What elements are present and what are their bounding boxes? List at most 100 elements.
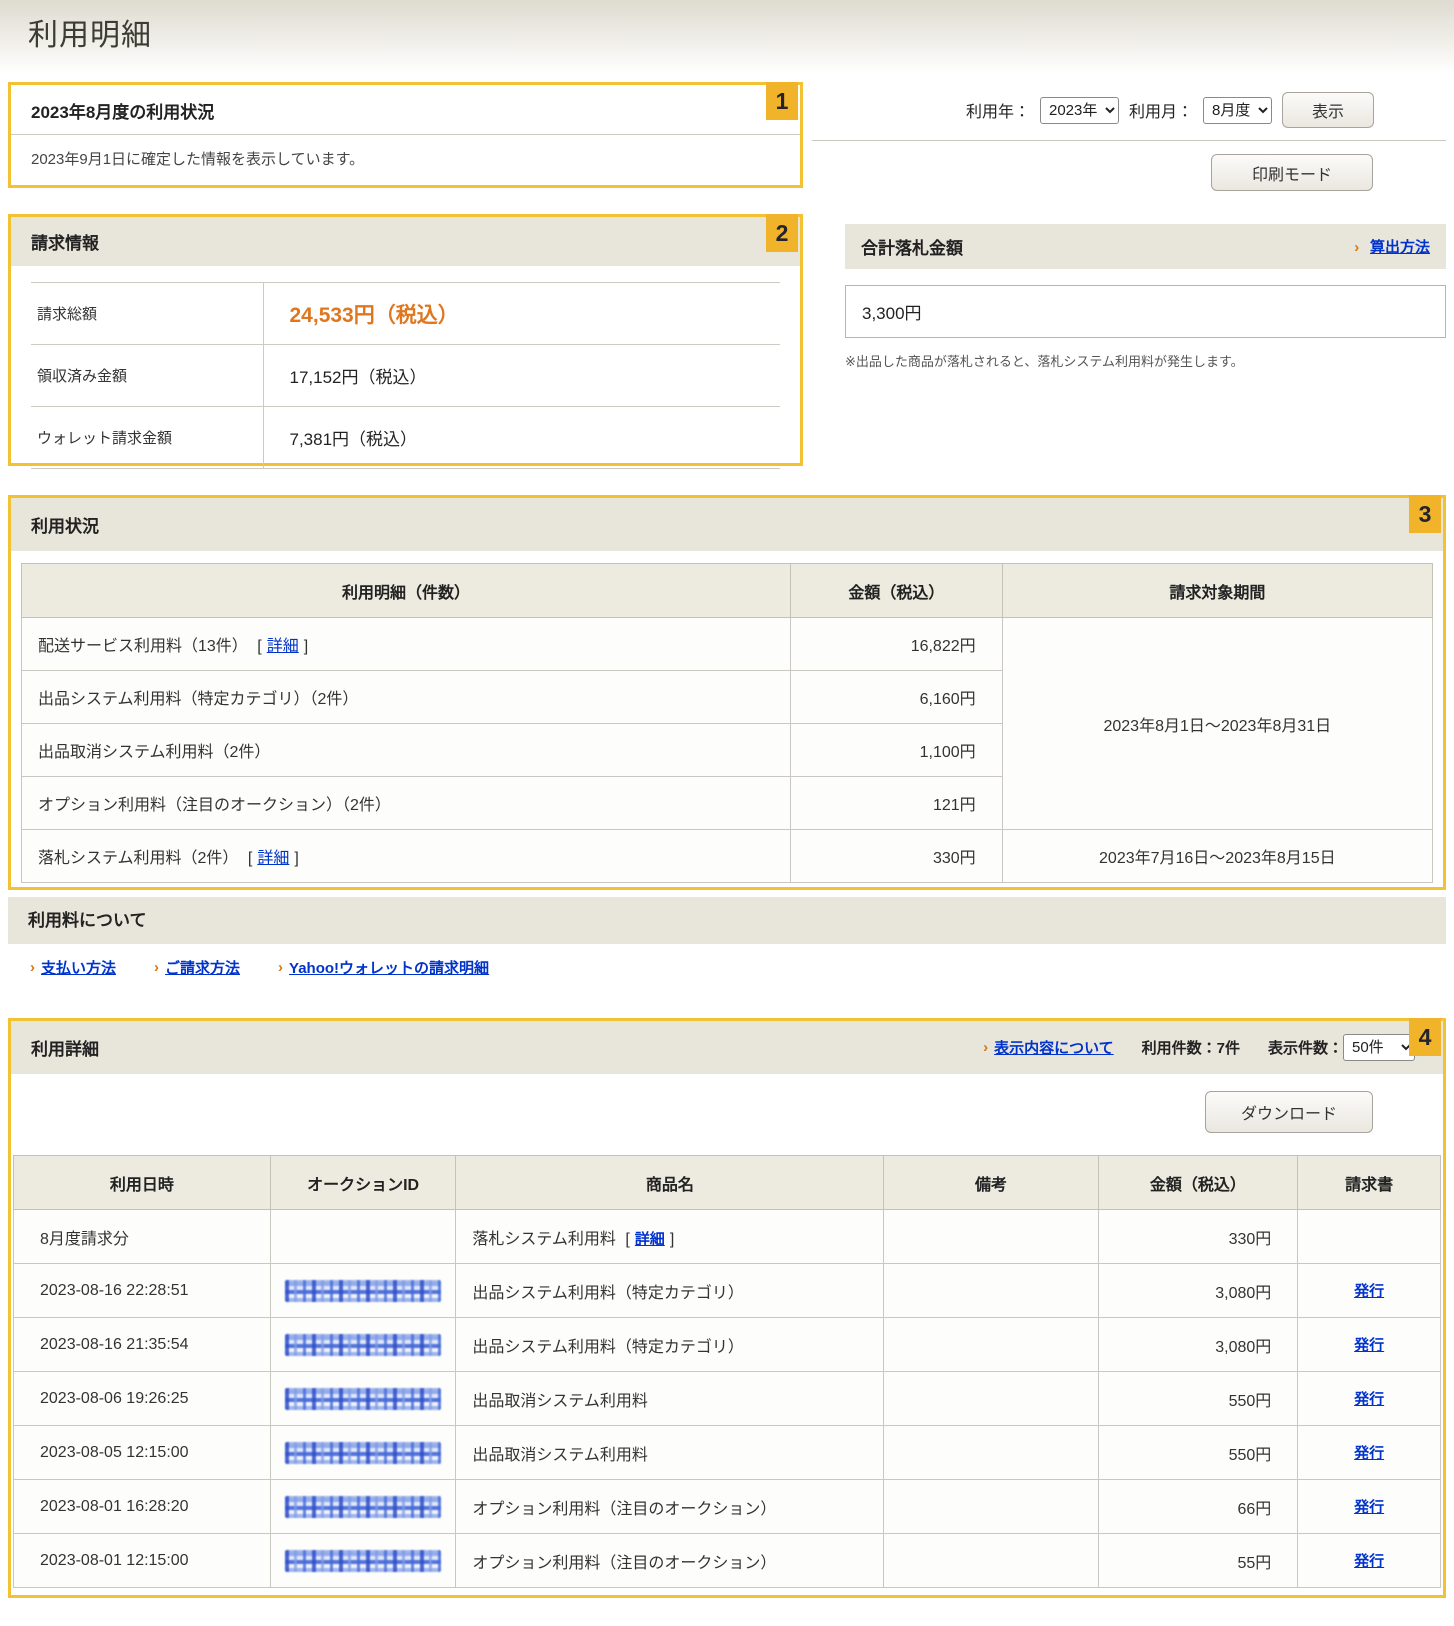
usage-datetime-cell: 8月度請求分 — [14, 1210, 271, 1264]
auction-id-cell — [270, 1480, 456, 1534]
usage-status-title: 利用状況 — [11, 498, 1443, 551]
print-mode-button[interactable]: 印刷モード — [1211, 154, 1373, 191]
usage-item-cell: 出品システム利用料（特定カテゴリ）（2件） — [22, 671, 791, 724]
bracket: [ — [625, 1231, 629, 1248]
product-name: 落札システム利用料 — [472, 1231, 616, 1248]
panel-number-badge-1: 1 — [766, 82, 798, 120]
divider — [812, 140, 1446, 141]
month-select[interactable]: 8月度 — [1203, 97, 1272, 124]
note-cell — [884, 1426, 1098, 1480]
fee-info-links: › 支払い方法 › ご請求方法 › Yahoo!ウォレットの請求明細 — [30, 957, 489, 978]
billing-info-title: 請求情報 — [11, 217, 800, 266]
issue-invoice-link[interactable]: 発行 — [1354, 1337, 1384, 1354]
usage-count-text: 利用件数：7件 — [1142, 1037, 1240, 1058]
auction-id-masked — [285, 1280, 441, 1302]
product-name-cell: 出品取消システム利用料 — [456, 1372, 884, 1426]
usage-datetime-cell: 2023-08-01 12:15:00 — [14, 1534, 271, 1588]
total-win-title: 合計落札金額 — [861, 234, 963, 259]
column-header: 金額（税込） — [791, 564, 1003, 618]
fee-link-wrap: › Yahoo!ウォレットの請求明細 — [278, 957, 489, 978]
auction-id-cell — [270, 1318, 456, 1372]
product-name-cell: 出品システム利用料（特定カテゴリ） — [456, 1318, 884, 1372]
usage-item-label: 落札システム利用料（2件） — [38, 850, 238, 867]
usage-amount-cell: 16,822円 — [791, 618, 1003, 671]
billing-method-link[interactable]: ご請求方法 — [165, 957, 240, 978]
detail-link[interactable]: 詳細 — [267, 638, 299, 655]
bracket: ] — [304, 638, 308, 655]
fee-link-wrap: › ご請求方法 — [154, 957, 240, 978]
billing-row-value: 17,152円（税込） — [263, 345, 780, 407]
column-header: 商品名 — [456, 1156, 884, 1210]
column-header: 請求対象期間 — [1002, 564, 1432, 618]
billing-row-label: ウォレット請求金額 — [31, 407, 263, 469]
calc-method-link[interactable]: 算出方法 — [1370, 239, 1430, 256]
bracket: [ — [257, 638, 261, 655]
auction-id-cell — [270, 1534, 456, 1588]
usage-datetime-cell: 2023-08-06 19:26:25 — [14, 1372, 271, 1426]
download-button[interactable]: ダウンロード — [1205, 1091, 1373, 1133]
usage-detail-header: 利用詳細 › 表示内容について 利用件数：7件 表示件数： 50件 — [11, 1021, 1443, 1074]
wallet-billing-link[interactable]: Yahoo!ウォレットの請求明細 — [289, 957, 489, 978]
billing-row-value: 7,381円（税込） — [263, 407, 780, 469]
total-win-header: 合計落札金額 › 算出方法 — [845, 224, 1446, 269]
note-cell — [884, 1210, 1098, 1264]
product-name-cell: オプション利用料（注目のオークション） — [456, 1480, 884, 1534]
invoice-cell: 発行 — [1298, 1318, 1441, 1372]
chevron-right-icon: › — [30, 959, 35, 976]
usage-datetime-cell: 2023-08-16 21:35:54 — [14, 1318, 271, 1372]
per-page-label: 表示件数： — [1268, 1037, 1343, 1058]
period-filter-controls: 利用年： 2023年 利用月： 8月度 表示 — [966, 92, 1374, 128]
usage-amount-cell: 6,160円 — [791, 671, 1003, 724]
usage-amount-cell: 330円 — [791, 830, 1003, 883]
issue-invoice-link[interactable]: 発行 — [1354, 1445, 1384, 1462]
amount-cell: 66円 — [1098, 1480, 1298, 1534]
usage-item-label: 配送サービス利用料（13件） — [38, 638, 248, 655]
amount-cell: 550円 — [1098, 1426, 1298, 1480]
amount-cell: 550円 — [1098, 1372, 1298, 1426]
usage-item-cell: 配送サービス利用料（13件） [ 詳細] — [22, 618, 791, 671]
table-row: 2023-08-01 16:28:20 オプション利用料（注目のオークション） … — [14, 1480, 1441, 1534]
detail-link[interactable]: 詳細 — [635, 1231, 665, 1248]
note-cell — [884, 1264, 1098, 1318]
issue-invoice-link[interactable]: 発行 — [1354, 1499, 1384, 1516]
show-button[interactable]: 表示 — [1282, 92, 1374, 128]
table-row: ウォレット請求金額 7,381円（税込） — [31, 407, 780, 469]
table-row: 領収済み金額 17,152円（税込） — [31, 345, 780, 407]
billing-period-cell: 2023年7月16日～2023年8月15日 — [1002, 830, 1432, 883]
usage-detail-title: 利用詳細 — [31, 1035, 99, 1060]
invoice-cell: 発行 — [1298, 1372, 1441, 1426]
usage-amount-cell: 121円 — [791, 777, 1003, 830]
auction-id-cell — [270, 1426, 456, 1480]
usage-amount-cell: 1,100円 — [791, 724, 1003, 777]
issue-invoice-link[interactable]: 発行 — [1354, 1283, 1384, 1300]
product-name-cell: 出品システム利用料（特定カテゴリ） — [456, 1264, 884, 1318]
month-label: 利用月： — [1129, 98, 1193, 122]
total-win-amount: 3,300円 — [845, 285, 1446, 338]
display-contents-link[interactable]: 表示内容について — [994, 1037, 1114, 1058]
panel-number-badge-2: 2 — [766, 214, 798, 252]
year-select[interactable]: 2023年 — [1040, 97, 1119, 124]
auction-id-masked — [285, 1442, 441, 1464]
column-header: 金額（税込） — [1098, 1156, 1298, 1210]
page-title: 利用明細 — [28, 10, 152, 54]
usage-status-table: 利用明細（件数） 金額（税込） 請求対象期間 配送サービス利用料（13件） [詳… — [21, 563, 1433, 883]
payment-method-link[interactable]: 支払い方法 — [41, 957, 116, 978]
usage-datetime-cell: 2023-08-16 22:28:51 — [14, 1264, 271, 1318]
table-header-row: 利用日時 オークションID 商品名 備考 金額（税込） 請求書 — [14, 1156, 1441, 1210]
issue-invoice-link[interactable]: 発行 — [1354, 1553, 1384, 1570]
total-win-note: ※出品した商品が落札されると、落札システム利用料が発生します。 — [845, 351, 1446, 370]
invoice-cell: 発行 — [1298, 1426, 1441, 1480]
issue-invoice-link[interactable]: 発行 — [1354, 1391, 1384, 1408]
billing-row-label: 請求総額 — [31, 283, 263, 345]
per-page-control: 表示件数： 50件 — [1268, 1034, 1415, 1061]
detail-link[interactable]: 詳細 — [257, 850, 289, 867]
chevron-right-icon: › — [1354, 239, 1359, 256]
table-row: 配送サービス利用料（13件） [詳細] 16,822円 2023年8月1日～20… — [22, 618, 1433, 671]
panel-number-badge-3: 3 — [1409, 495, 1441, 533]
bracket: [ — [248, 850, 252, 867]
per-page-select[interactable]: 50件 — [1343, 1034, 1415, 1061]
usage-detail-header-right: › 表示内容について 利用件数：7件 表示件数： 50件 — [983, 1034, 1427, 1061]
chevron-right-icon: › — [154, 959, 159, 976]
auction-id-cell — [270, 1210, 456, 1264]
billing-total-amount: 24,533円（税込） — [263, 283, 780, 345]
